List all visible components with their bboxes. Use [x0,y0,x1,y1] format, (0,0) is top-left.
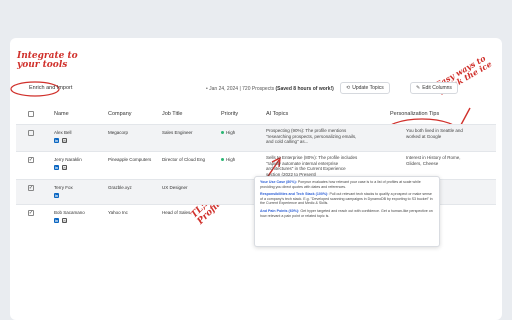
row-job-title: Head of Sales [162,210,191,215]
linkedin-icon[interactable]: in [54,138,59,143]
prospect-info: • Jan 24, 2024 | 720 Prospects (Saved 8 … [206,86,334,92]
column-ai-topics[interactable]: AI Topics [266,111,288,117]
row-checkbox[interactable]: ✓ [28,185,34,191]
row-job-title: Director of Cloud Eng [162,157,206,162]
update-topics-button[interactable]: ⟲ Update Topics [340,82,390,94]
row-company: Megacorp [108,130,129,135]
row-ai-topic: Sells to Enterprise (80%): The profile i… [266,155,358,177]
column-company[interactable]: Company [108,111,132,117]
row-name: Terry Fox [54,185,73,190]
column-priority[interactable]: Priority [221,111,238,117]
row-checkbox[interactable] [28,130,34,136]
priority-badge: High [221,130,235,135]
row-checkbox[interactable]: ✓ [28,157,34,163]
row-company: Grazble.xyz [108,185,132,190]
ai-topics-popup: Your Use Case (80%): Ponyrun evaluates h… [254,176,440,247]
pencil-icon: ✎ [416,85,421,91]
row-job-title: Sales Engineer [162,130,193,135]
row-name: Jerry Naraklin [54,157,82,162]
table-row[interactable]: ✓ Jerry Naraklin in ✉ Pineapple Computer… [16,151,496,179]
mail-icon[interactable]: ✉ [62,218,67,223]
row-job-title: UX Designer [162,185,188,190]
column-job-title[interactable]: Job Title [162,111,182,117]
row-company: Yahoo Inc [108,210,128,215]
toolbar: Enrich and Import • Jan 24, 2024 | 720 P… [10,82,502,96]
row-company: Pineapple Computers [108,157,152,162]
row-ai-topic: Prospecting (90%): The profile mentions … [266,128,357,144]
annotation-integrate: Integrate to your tools [17,51,78,70]
enrich-import-button[interactable]: Enrich and Import [26,84,75,92]
popup-paragraph-tech-stack: Responsibilities and Tech Stack (100%): … [260,192,433,206]
select-all-checkbox[interactable] [28,111,34,117]
row-name: Alex Bell [54,130,72,135]
mail-icon[interactable]: ✉ [62,165,67,170]
column-personalization-tips[interactable]: Personalization Tips [390,111,439,117]
row-personalization-tip: Interest in History of Rome, Gliders, Ch… [406,155,461,166]
row-name: Bob Sacamano [54,210,85,215]
mail-icon[interactable]: ✉ [62,138,67,143]
linkedin-icon[interactable]: in [54,218,59,223]
row-personalization-tip: You both lived in Seattle and worked at … [406,128,463,139]
linkedin-icon[interactable]: in [54,165,59,170]
row-checkbox[interactable]: ✓ [28,210,34,216]
priority-badge: High [221,157,235,162]
edit-columns-button[interactable]: ✎ Edit Columns [410,82,458,94]
popup-paragraph-pain-points: And Pain Points (60%): Get hyper targete… [260,208,433,218]
table-row[interactable]: Alex Bell in ✉ Megacorp Sales Engineer H… [16,124,496,151]
column-name[interactable]: Name [54,111,69,117]
linkedin-icon[interactable]: in [54,193,59,198]
table-header: Name Company Job Title Priority AI Topic… [16,107,496,121]
refresh-icon: ⟲ [346,85,351,91]
popup-paragraph-use-case: Your Use Case (80%): Ponyrun evaluates h… [260,180,421,189]
